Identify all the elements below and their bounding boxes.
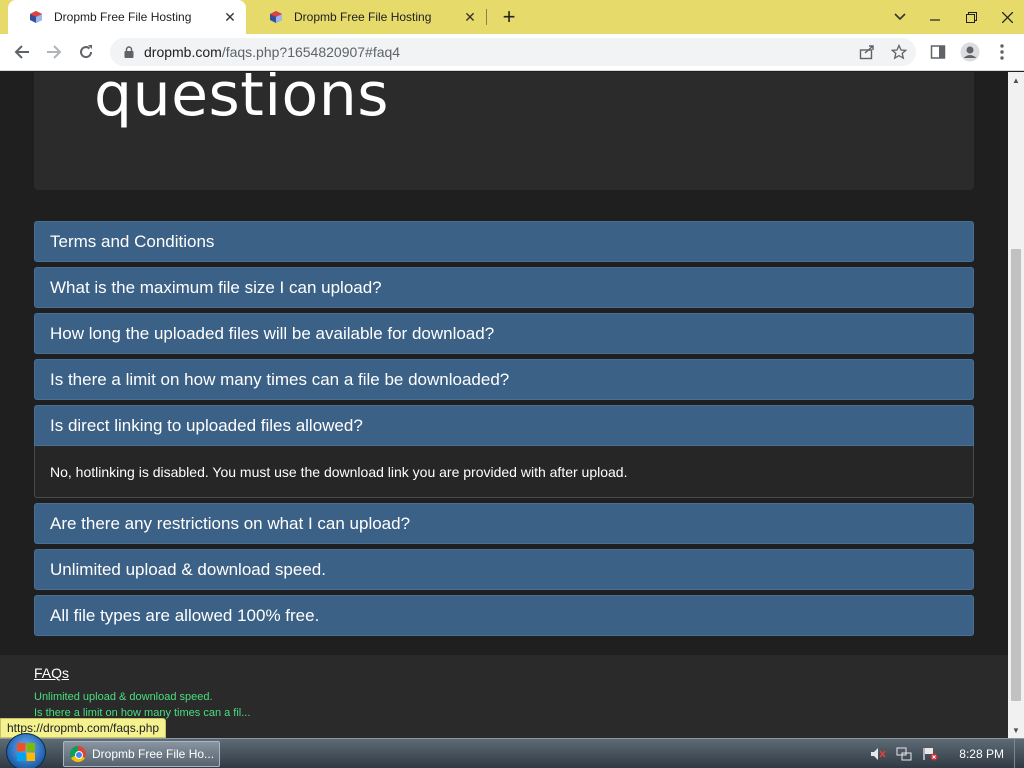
profile-avatar-icon[interactable] (958, 40, 982, 64)
close-window-icon[interactable] (990, 6, 1024, 28)
faq-answer: No, hotlinking is disabled. You must use… (34, 446, 974, 498)
faq-question[interactable]: Are there any restrictions on what I can… (34, 503, 974, 544)
faq-item: Is there a limit on how many times can a… (34, 359, 974, 400)
tab-divider (486, 9, 487, 25)
forward-arrow-icon[interactable] (42, 40, 66, 64)
system-tray: 8:28 PM (869, 739, 1024, 768)
faq-question[interactable]: All file types are allowed 100% free. (34, 595, 974, 636)
tab-title: Dropmb Free File Hosting (294, 10, 432, 24)
start-button[interactable] (6, 733, 46, 768)
system-clock[interactable]: 8:28 PM (959, 747, 1004, 761)
dropmb-favicon-icon (268, 9, 284, 25)
back-arrow-icon[interactable] (10, 40, 34, 64)
faq-question[interactable]: Is direct linking to uploaded files allo… (34, 405, 974, 446)
address-bar[interactable]: dropmb.com/faqs.php?1654820907#faq4 (110, 38, 916, 66)
tab-close-icon[interactable]: ✕ (460, 7, 480, 27)
restore-icon[interactable] (954, 6, 988, 28)
faq-item: How long the uploaded files will be avai… (34, 313, 974, 354)
faq-accordion: Terms and Conditions What is the maximum… (34, 221, 974, 641)
windows-taskbar: Dropmb Free File Ho... 8:28 PM (0, 733, 1024, 768)
hero-panel: questions (34, 72, 974, 190)
faq-item: Unlimited upload & download speed. (34, 549, 974, 590)
scroll-up-arrow-icon[interactable]: ▲ (1008, 72, 1024, 88)
scroll-thumb[interactable] (1011, 249, 1021, 701)
reload-icon[interactable] (74, 40, 98, 64)
faq-item: Terms and Conditions (34, 221, 974, 262)
url-host: dropmb.com (144, 44, 222, 60)
faq-question[interactable]: Unlimited upload & download speed. (34, 549, 974, 590)
volume-muted-icon[interactable] (869, 745, 887, 763)
menu-kebab-icon[interactable] (990, 40, 1014, 64)
page-viewport: questions Terms and Conditions What is t… (0, 72, 1008, 738)
new-tab-button[interactable]: + (498, 6, 520, 28)
action-center-flag-icon[interactable] (921, 745, 939, 763)
chrome-icon (70, 746, 86, 762)
faq-item-expanded: Is direct linking to uploaded files allo… (34, 405, 974, 498)
minimize-icon[interactable] (918, 6, 952, 28)
url-path: /faqs.php?1654820907#faq4 (221, 44, 401, 60)
tab-close-icon[interactable]: ✕ (220, 7, 240, 27)
taskbar-chrome-button[interactable]: Dropmb Free File Ho... (63, 741, 220, 767)
faq-question[interactable]: Is there a limit on how many times can a… (34, 359, 974, 400)
lock-icon[interactable] (122, 45, 136, 59)
windows-logo-icon (17, 743, 35, 761)
browser-toolbar: dropmb.com/faqs.php?1654820907#faq4 (0, 34, 1024, 71)
show-desktop-button[interactable] (1014, 739, 1024, 768)
window-controls (894, 0, 1024, 34)
share-icon[interactable] (858, 42, 876, 62)
taskbar-task-label: Dropmb Free File Ho... (92, 747, 215, 761)
tab-active[interactable]: Dropmb Free File Hosting ✕ (8, 0, 246, 34)
tab-title: Dropmb Free File Hosting (54, 10, 192, 24)
scroll-down-arrow-icon[interactable]: ▼ (1008, 722, 1024, 738)
faq-item: Are there any restrictions on what I can… (34, 503, 974, 544)
faq-question[interactable]: Terms and Conditions (34, 221, 974, 262)
footer-link[interactable]: Unlimited upload & download speed. (34, 691, 213, 703)
tab-strip: Dropmb Free File Hosting ✕ Dropmb Free F… (0, 0, 1024, 34)
network-icon[interactable] (895, 745, 913, 763)
footer-faqs-link[interactable]: FAQs (34, 665, 69, 681)
faq-question[interactable]: How long the uploaded files will be avai… (34, 313, 974, 354)
page-title: questions (94, 72, 389, 130)
page-scrollbar[interactable]: ▲ ▼ (1008, 72, 1024, 738)
faq-question[interactable]: What is the maximum file size I can uplo… (34, 267, 974, 308)
tab-inactive[interactable]: Dropmb Free File Hosting ✕ (248, 0, 486, 34)
tab-search-chevron-icon[interactable] (894, 10, 906, 24)
bookmark-star-icon[interactable] (890, 42, 908, 62)
faq-item: All file types are allowed 100% free. (34, 595, 974, 636)
side-panel-icon[interactable] (926, 40, 950, 64)
dropmb-favicon-icon (28, 9, 44, 25)
faq-item: What is the maximum file size I can uplo… (34, 267, 974, 308)
